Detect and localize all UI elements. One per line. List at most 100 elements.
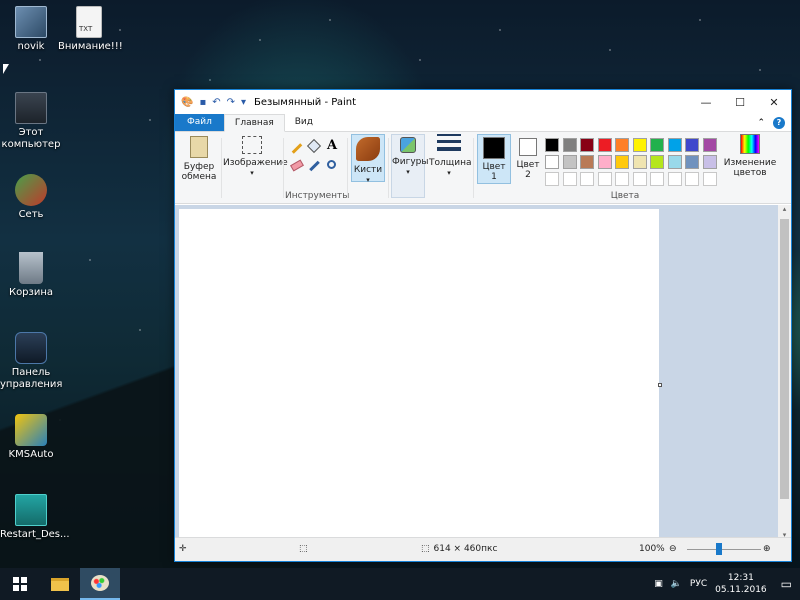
cursor-position-icon: ✛: [179, 544, 187, 554]
brush-icon: [356, 137, 380, 161]
palette-color-swatch[interactable]: [597, 155, 612, 169]
desktop-icon-warning-txt[interactable]: TXT Внимание!!!: [58, 6, 123, 53]
palette-custom-swatch[interactable]: [632, 172, 647, 186]
clipboard-button[interactable]: Буфер обмена: [179, 136, 219, 182]
edit-colors-label: Изменение: [723, 158, 777, 168]
desktop-icon-label: Корзина: [8, 287, 54, 298]
ribbon-separator: [388, 138, 389, 198]
palette-color-swatch[interactable]: [702, 138, 717, 152]
save-icon[interactable]: ▪: [199, 97, 206, 108]
desktop-icon-network[interactable]: Сеть: [0, 174, 62, 221]
palette-color-swatch[interactable]: [615, 138, 629, 152]
tab-view[interactable]: Вид: [285, 114, 323, 131]
palette-color-swatch[interactable]: [650, 138, 664, 152]
start-button[interactable]: [0, 568, 40, 600]
palette-color-swatch[interactable]: [597, 138, 612, 152]
clock-time: 12:31: [727, 573, 754, 583]
zoom-out-icon[interactable]: ⊖: [669, 544, 677, 554]
tool-pencil[interactable]: [291, 142, 303, 154]
scroll-up-icon[interactable]: ▴: [778, 205, 791, 213]
tool-eraser[interactable]: [290, 159, 304, 172]
chevron-down-icon: ▾: [406, 168, 410, 176]
canvas-resize-handle[interactable]: [658, 383, 662, 387]
desktop-icon-label: Сеть: [18, 209, 44, 220]
palette-color-swatch[interactable]: [562, 155, 577, 169]
shapes-button[interactable]: Фигуры ▾: [391, 134, 428, 198]
palette-color-swatch[interactable]: [685, 155, 699, 169]
action-center-icon[interactable]: ▭: [781, 577, 792, 591]
paint-app-icon[interactable]: 🎨: [181, 97, 193, 108]
palette-color-swatch[interactable]: [667, 155, 682, 169]
colors-group-label: Цвета: [610, 191, 640, 201]
palette-custom-swatch[interactable]: [650, 172, 664, 186]
volume-icon[interactable]: 🔈: [671, 579, 682, 589]
collapse-ribbon-icon[interactable]: ⌃: [757, 118, 765, 128]
palette-color-swatch[interactable]: [650, 155, 664, 169]
palette-custom-swatch[interactable]: [702, 172, 717, 186]
canvas-dimensions: 614 × 460пкс: [433, 544, 498, 554]
image-button[interactable]: Изображение ▾: [223, 136, 288, 178]
tab-file[interactable]: Файл: [175, 114, 224, 131]
brushes-button[interactable]: Кисти ▾: [351, 134, 385, 184]
chevron-down-icon: ▾: [447, 169, 451, 177]
taskbar-paint[interactable]: [80, 568, 120, 600]
clock[interactable]: 12:31 05.11.2016: [715, 572, 767, 596]
color1-label: Цвет: [482, 162, 506, 172]
palette-color-swatch[interactable]: [580, 155, 594, 169]
palette-color-swatch[interactable]: [545, 155, 559, 169]
desktop-icon-novik[interactable]: novik: [0, 6, 62, 53]
desktop-icon-kmsauto[interactable]: KMSAuto: [0, 414, 62, 461]
zoom-slider[interactable]: [687, 549, 761, 550]
palette-color-swatch[interactable]: [562, 138, 577, 152]
palette-custom-swatch[interactable]: [667, 172, 682, 186]
tool-fill[interactable]: [306, 138, 322, 154]
scrollbar-thumb[interactable]: [780, 219, 789, 499]
size-button[interactable]: Толщина ▾: [429, 134, 471, 178]
close-button[interactable]: ✕: [757, 90, 791, 114]
tool-magnifier[interactable]: [327, 160, 339, 172]
network-status-icon[interactable]: ▣: [654, 579, 663, 589]
help-icon[interactable]: ?: [773, 116, 785, 129]
vertical-scrollbar[interactable]: ▴ ▾: [778, 205, 791, 539]
palette-color-swatch[interactable]: [667, 138, 682, 152]
palette-color-swatch[interactable]: [580, 138, 594, 152]
mouse-cursor-icon: [3, 64, 9, 74]
palette-custom-swatch[interactable]: [597, 172, 612, 186]
redo-icon[interactable]: ↷: [227, 97, 235, 108]
tab-home[interactable]: Главная: [223, 114, 285, 132]
palette-color-swatch[interactable]: [615, 155, 629, 169]
palette-color-swatch[interactable]: [545, 138, 559, 152]
color2-button[interactable]: Цвет 2: [513, 134, 543, 180]
palette-custom-swatch[interactable]: [580, 172, 594, 186]
customize-quick-access-icon[interactable]: ▾: [241, 97, 246, 108]
desktop-icon-label: Этот компьютер: [1, 127, 61, 150]
palette-custom-swatch[interactable]: [685, 172, 699, 186]
palette-custom-swatch[interactable]: [615, 172, 629, 186]
palette-color-swatch[interactable]: [685, 138, 699, 152]
drawing-canvas[interactable]: [179, 209, 659, 539]
edit-colors-button[interactable]: Изменение цветов: [723, 134, 777, 178]
desktop-icon-recycle-bin[interactable]: Корзина: [0, 252, 62, 299]
image-label: Изображение: [223, 158, 288, 168]
tool-text[interactable]: A: [327, 138, 337, 153]
palette-color-swatch[interactable]: [632, 138, 647, 152]
maximize-button[interactable]: ☐: [723, 90, 757, 114]
minimize-button[interactable]: —: [689, 90, 723, 114]
desktop-icon-this-pc[interactable]: Этот компьютер: [0, 92, 62, 151]
taskbar-file-explorer[interactable]: [40, 568, 80, 600]
palette-color-swatch[interactable]: [702, 155, 717, 169]
desktop-icon-control-panel[interactable]: Панель управления: [0, 332, 62, 391]
language-indicator[interactable]: РУС: [690, 579, 707, 589]
tool-color-picker[interactable]: [309, 160, 321, 172]
desktop-icon-restart-desktop[interactable]: Restart_Des...: [0, 494, 70, 541]
desktop-icon-label: Restart_Des...: [0, 529, 70, 540]
palette-custom-swatch[interactable]: [545, 172, 559, 186]
quick-access-toolbar: 🎨 ▪ ↶ ↷ ▾: [175, 97, 246, 108]
zoom-slider-thumb[interactable]: [716, 543, 722, 555]
color1-button[interactable]: Цвет 1: [477, 134, 511, 184]
zoom-in-icon[interactable]: ⊕: [763, 544, 771, 554]
palette-custom-swatch[interactable]: [562, 172, 577, 186]
status-bar: ✛ ⬚ ⬚ 614 × 460пкс 100% ⊖ ⊕: [175, 537, 791, 561]
undo-icon[interactable]: ↶: [212, 97, 220, 108]
palette-color-swatch[interactable]: [632, 155, 647, 169]
